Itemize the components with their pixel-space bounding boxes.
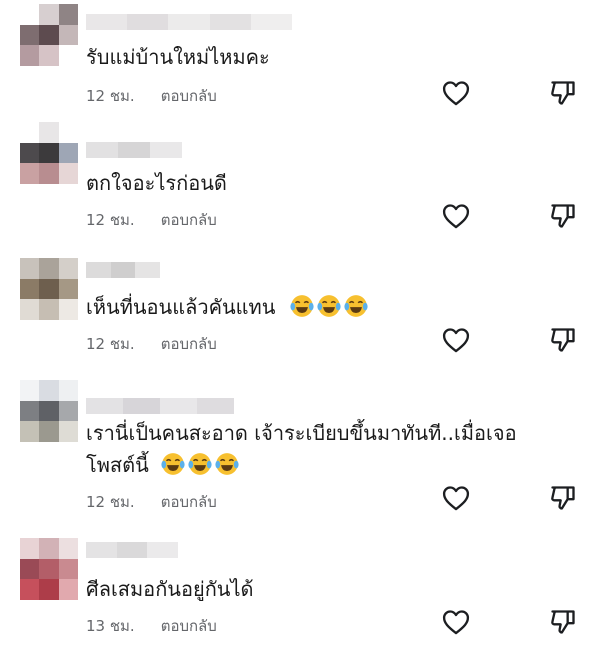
comment-text: ตกใจอะไรก่อนดี xyxy=(86,171,227,195)
comment-meta: 12 ชม. ตอบกลับ xyxy=(86,332,217,356)
comment-text-content: เห็นที่นอนแล้วคันแทน xyxy=(86,295,276,319)
face-with-tears-of-joy-emoji xyxy=(161,453,185,475)
face-with-tears-of-joy-emoji xyxy=(188,453,212,475)
comment-meta: 12 ชม. ตอบกลับ xyxy=(86,208,217,232)
face-with-tears-of-joy-emoji xyxy=(317,295,341,317)
heart-icon[interactable] xyxy=(442,485,470,511)
comment-meta: 12 ชม. ตอบกลับ xyxy=(86,490,217,514)
thumbs-down-icon[interactable] xyxy=(549,326,577,354)
face-with-tears-of-joy-emoji xyxy=(215,453,239,475)
emoji-group xyxy=(159,453,240,477)
commenter-name-blurred[interactable] xyxy=(86,142,182,158)
face-with-tears-of-joy-emoji xyxy=(290,295,314,317)
reply-button[interactable]: ตอบกลับ xyxy=(161,332,217,356)
avatar[interactable] xyxy=(20,122,78,184)
comment-text: เรานี่เป็นคนสะอาด เจ้าระเบียบขึ้นมาทันที… xyxy=(86,421,517,445)
thumbs-down-icon[interactable] xyxy=(549,608,577,636)
comment-meta: 13 ชม. ตอบกลับ xyxy=(86,614,217,638)
thumbs-down-icon[interactable] xyxy=(549,484,577,512)
commenter-name-blurred[interactable] xyxy=(86,262,161,278)
thumbs-down-icon[interactable] xyxy=(549,202,577,230)
heart-icon[interactable] xyxy=(442,327,470,353)
comment-meta: 12 ชม. ตอบกลับ xyxy=(86,84,217,108)
comment-text-content: โพสต์นี้ xyxy=(86,453,149,477)
reply-button[interactable]: ตอบกลับ xyxy=(161,208,217,232)
comment-text: ศีลเสมอกันอยู่กันได้ xyxy=(86,577,254,601)
commenter-name-blurred[interactable] xyxy=(86,542,179,558)
face-with-tears-of-joy-emoji xyxy=(344,295,368,317)
avatar[interactable] xyxy=(20,4,78,66)
comment-text-line2: โพสต์นี้ xyxy=(86,450,240,480)
heart-icon[interactable] xyxy=(442,80,470,106)
reply-button[interactable]: ตอบกลับ xyxy=(161,490,217,514)
commenter-name-blurred[interactable] xyxy=(86,398,234,414)
avatar[interactable] xyxy=(20,380,78,442)
comment-text: รับแม่บ้านใหม่ไหมคะ xyxy=(86,45,270,69)
comment-timestamp: 12 ชม. xyxy=(86,493,135,511)
emoji-group xyxy=(288,295,369,319)
avatar[interactable] xyxy=(20,258,78,320)
avatar[interactable] xyxy=(20,538,78,600)
commenter-name-blurred[interactable] xyxy=(86,14,293,30)
comment-timestamp: 13 ชม. xyxy=(86,617,135,635)
heart-icon[interactable] xyxy=(442,609,470,635)
heart-icon[interactable] xyxy=(442,203,470,229)
comment-timestamp: 12 ชม. xyxy=(86,87,135,105)
reply-button[interactable]: ตอบกลับ xyxy=(161,84,217,108)
comment-timestamp: 12 ชม. xyxy=(86,335,135,353)
comment-timestamp: 12 ชม. xyxy=(86,211,135,229)
reply-button[interactable]: ตอบกลับ xyxy=(161,614,217,638)
comment-text: เห็นที่นอนแล้วคันแทน xyxy=(86,292,369,322)
thumbs-down-icon[interactable] xyxy=(549,79,577,107)
